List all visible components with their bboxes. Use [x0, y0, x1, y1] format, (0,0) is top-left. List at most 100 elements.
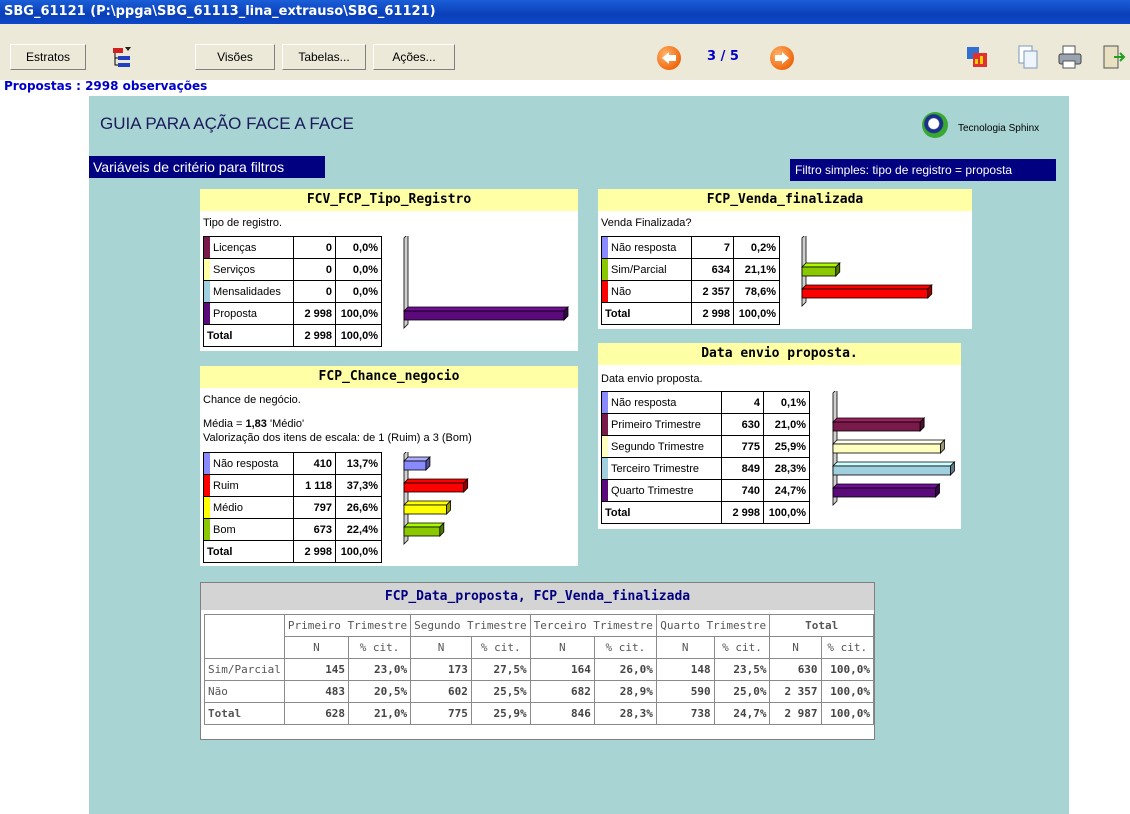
copy-icon[interactable] — [1015, 44, 1041, 70]
row-label: Ruim — [203, 474, 294, 497]
row-label-text: Segundo Trimestre — [611, 440, 704, 453]
subheader-n: N — [529, 636, 595, 659]
crosstab-column-header: Terceiro Trimestre — [529, 614, 657, 637]
row-percent: 0,1% — [763, 391, 810, 414]
total-percent: 100,0% — [763, 501, 810, 524]
previous-page-icon[interactable] — [657, 46, 681, 70]
crosstab-cell: 682 — [529, 680, 595, 703]
bar — [403, 456, 431, 471]
row-count: 7 — [691, 236, 734, 259]
next-page-icon[interactable] — [770, 46, 794, 70]
row-count: 0 — [293, 258, 336, 281]
row-percent: 24,7% — [763, 479, 810, 502]
color-swatch — [204, 237, 210, 258]
crosstab-cell: 100,0% — [820, 702, 875, 725]
crosstab-cell: 775 — [410, 702, 472, 725]
total-row: Total 2 998 100,0% — [601, 501, 810, 524]
bar — [801, 284, 933, 299]
sphinx-logo-icon — [922, 112, 948, 138]
crosstab-column-header: Segundo Trimestre — [410, 614, 531, 637]
scale-note: Valorização dos itens de escala: de 1 (R… — [203, 432, 472, 444]
crosstab-cell: 846 — [529, 702, 595, 725]
subheader-n: N — [283, 636, 350, 659]
crosstab-cell: 27,5% — [470, 658, 531, 681]
panel-subtitle: Data envio proposta. — [601, 373, 703, 385]
hierarchy-icon[interactable] — [110, 44, 136, 70]
row-percent: 25,9% — [763, 435, 810, 458]
crosstab-cell: 2 987 — [769, 702, 822, 725]
crosstab-cell: 2 357 — [769, 680, 822, 703]
estratos-button[interactable]: Estratos — [10, 44, 86, 70]
subheader-n: N — [410, 636, 472, 659]
row-percent: 21,1% — [733, 258, 780, 281]
row-label-text: Não resposta — [611, 241, 677, 254]
table-row: Não resposta 4 0,1% — [601, 391, 810, 414]
print-icon[interactable] — [1057, 44, 1083, 70]
freq-table: Licenças 0 0,0% Serviços 0 0,0% Mensalidades 0 0… — [203, 236, 382, 347]
bar — [801, 262, 841, 277]
acoes-button[interactable]: Ações... — [373, 44, 455, 70]
table-row: Proposta 2 998 100,0% — [203, 302, 382, 325]
row-label-text: Não — [611, 285, 632, 298]
row-percent: 78,6% — [733, 280, 780, 303]
crosstab-cell: 100,0% — [820, 680, 875, 703]
row-label: Não — [601, 280, 692, 303]
row-label: Quarto Trimestre — [601, 479, 722, 502]
bar-chart — [832, 391, 956, 506]
exit-icon[interactable] — [1100, 44, 1126, 70]
crosstab-row: Sim/Parcial 145 23,0% 173 27,5% 164 26,0% 148 23… — [204, 658, 875, 681]
total-percent: 100,0% — [733, 302, 780, 325]
total-label: Total — [203, 324, 294, 347]
row-label: Primeiro Trimestre — [601, 413, 722, 436]
crosstab-cell: 23,0% — [348, 658, 412, 681]
row-count: 634 — [691, 258, 734, 281]
toolbar: Estratos Visões Tabelas... Ações... 3 / … — [0, 24, 1130, 93]
row-label: Terceiro Trimestre — [601, 457, 722, 480]
table-row: Médio 797 26,6% — [203, 496, 382, 519]
panel-data-envio: Data envio proposta. Data envio proposta… — [598, 343, 961, 529]
color-swatch — [204, 281, 210, 302]
crosstab-cell: 148 — [655, 658, 715, 681]
crosstab-cell: 738 — [655, 702, 715, 725]
row-percent: 28,3% — [763, 457, 810, 480]
tabelas-button[interactable]: Tabelas... — [282, 44, 366, 70]
total-count: 2 998 — [691, 302, 734, 325]
row-percent: 37,3% — [335, 474, 382, 497]
row-label-text: Médio — [213, 501, 243, 514]
crosstab-row-label: Total — [204, 702, 285, 725]
crosstab-row-label: Sim/Parcial — [204, 658, 285, 681]
subheader-pct: % cit. — [348, 636, 412, 659]
panel-subtitle: Tipo de registro. — [203, 217, 283, 229]
freq-table: Não resposta 7 0,2% Sim/Parcial 634 21,1% Não 2… — [601, 236, 780, 325]
panel-chance-negocio: FCP_Chance_negocio Chance de negócio. Mé… — [200, 366, 578, 566]
row-label-text: Mensalidades — [213, 285, 281, 298]
row-label-text: Não resposta — [611, 396, 677, 409]
color-swatch — [602, 281, 608, 302]
crosstab-cell: 25,9% — [470, 702, 531, 725]
crosstab-header-row: Primeiro Trimestre Segundo Trimestre Terce… — [204, 614, 874, 659]
crosstab-cell: 602 — [410, 680, 472, 703]
crosstab-cell: 28,3% — [593, 702, 657, 725]
row-count: 0 — [293, 280, 336, 303]
color-swatch — [602, 237, 608, 258]
table-row: Não resposta 7 0,2% — [601, 236, 780, 259]
table-row: Não 2 357 78,6% — [601, 280, 780, 303]
total-label: Total — [203, 540, 294, 563]
bar — [403, 522, 445, 537]
mean-suffix: 'Médio' — [266, 418, 305, 430]
crosstab-cell: 483 — [283, 680, 350, 703]
table-row: Não resposta 410 13,7% — [203, 452, 382, 475]
row-percent: 0,0% — [335, 236, 382, 259]
panel-subtitle: Venda Finalizada? — [601, 217, 692, 229]
export-chart-icon[interactable] — [965, 44, 991, 70]
bar — [403, 478, 469, 493]
visoes-button[interactable]: Visões — [195, 44, 275, 70]
criteria-label: Variáveis de critério para filtros — [89, 156, 325, 178]
crosstab-row-label: Não — [204, 680, 285, 703]
total-count: 2 998 — [293, 324, 336, 347]
mean-line: Média = 1,83 'Médio' — [203, 418, 304, 430]
bar — [832, 461, 956, 476]
subheader-n: N — [769, 636, 822, 659]
table-row: Quarto Trimestre 740 24,7% — [601, 479, 810, 502]
color-swatch — [204, 497, 210, 518]
